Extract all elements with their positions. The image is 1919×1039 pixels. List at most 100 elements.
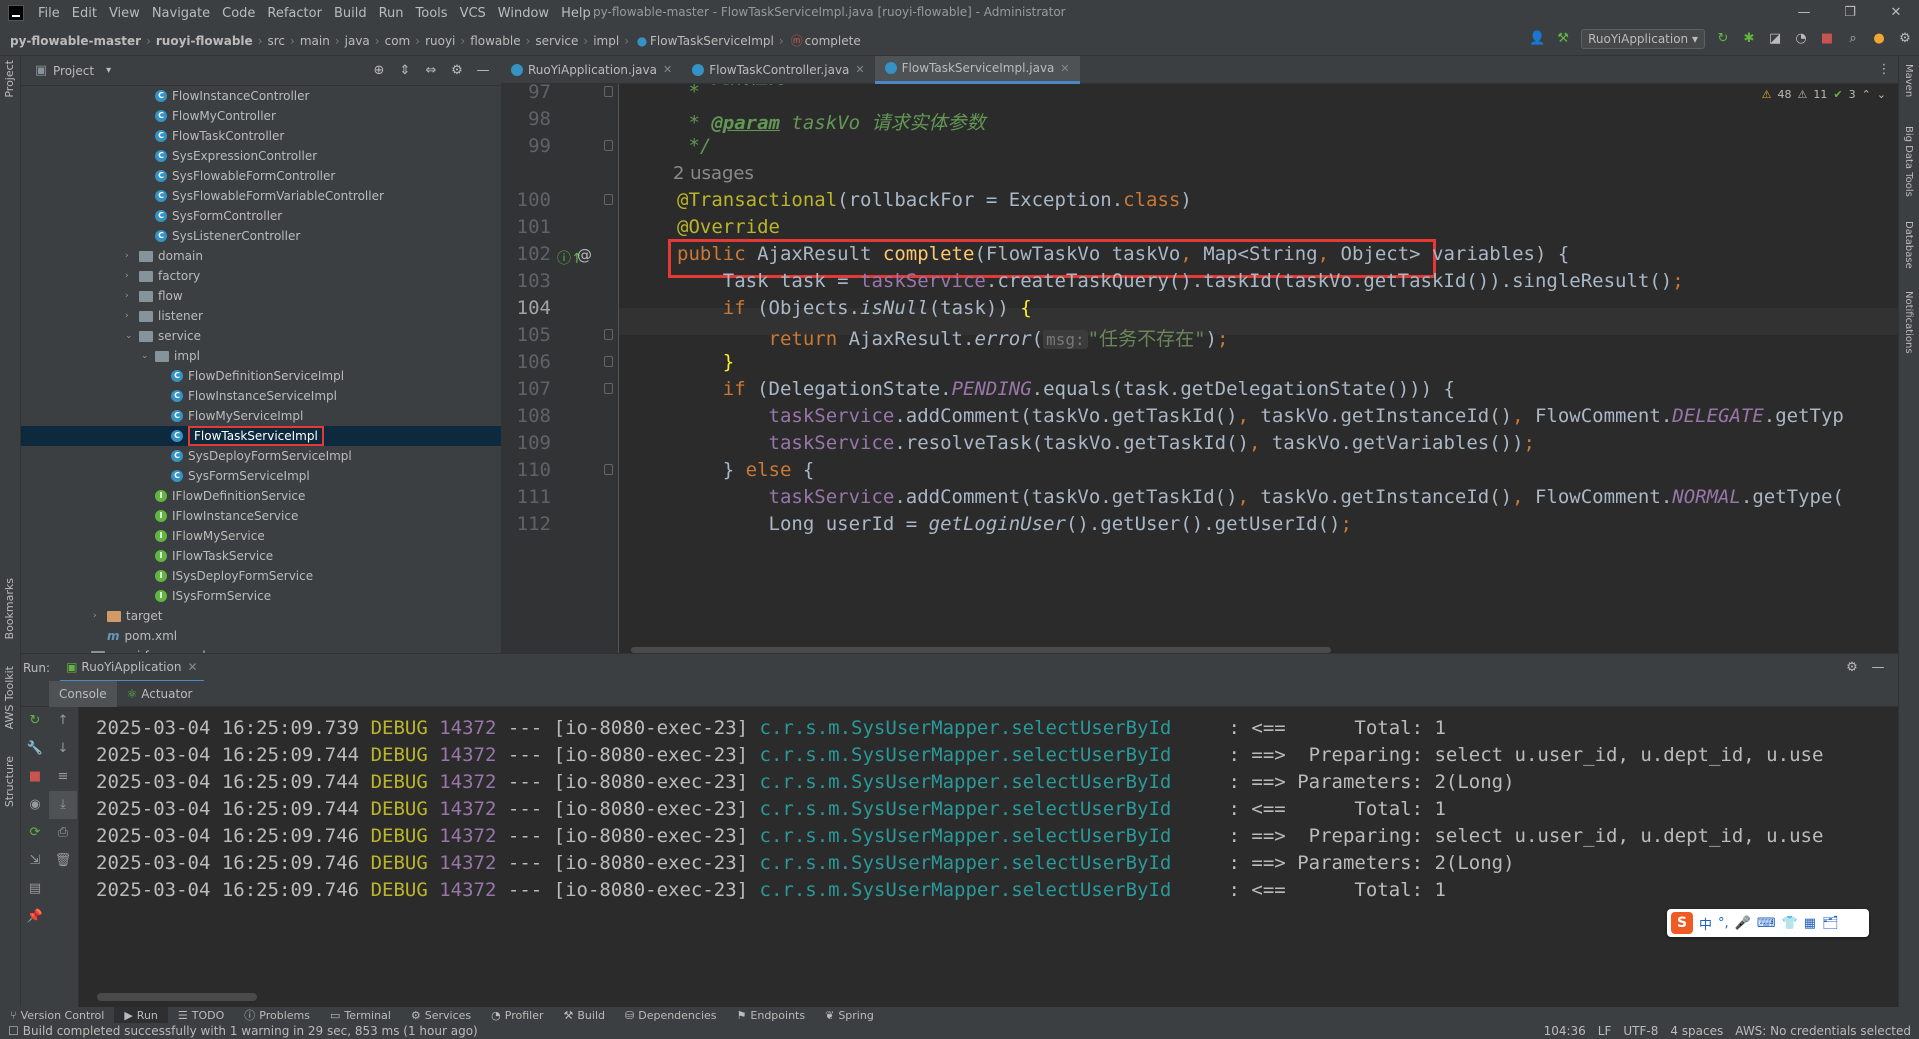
console-line[interactable]: 2025-03-04 16:25:09.739 DEBUG 14372 --- … xyxy=(96,717,1446,739)
editor-tab[interactable]: FlowTaskServiceImpl.java ✕ xyxy=(874,55,1080,84)
big-data-tools-button[interactable]: Big Data Tools xyxy=(1903,126,1914,197)
project-dropdown-icon[interactable]: ▾ xyxy=(106,65,111,76)
tree-item[interactable]: › flow xyxy=(21,286,501,306)
console-line[interactable]: 2025-03-04 16:25:09.744 DEBUG 14372 --- … xyxy=(96,771,1515,793)
debug-icon[interactable]: ✱ xyxy=(1741,31,1757,47)
notifications-tool-button[interactable]: Notifications xyxy=(1903,291,1914,354)
tree-item[interactable]: C FlowDefinitionServiceImpl xyxy=(21,366,501,386)
tree-item[interactable]: m pom.xml xyxy=(21,626,501,646)
scroll-down-icon[interactable]: ↓ xyxy=(49,735,77,763)
console-tab[interactable]: Console xyxy=(49,680,117,707)
file-encoding[interactable]: UTF-8 xyxy=(1623,1024,1658,1038)
menu-edit[interactable]: Edit xyxy=(66,6,103,21)
caret-position[interactable]: 104:36 xyxy=(1544,1024,1586,1038)
pin-icon[interactable]: 📌 xyxy=(21,903,49,931)
minimize-icon[interactable]: — xyxy=(1781,0,1827,26)
tree-item[interactable]: C SysExpressionController xyxy=(21,146,501,166)
maximize-icon[interactable]: ❐ xyxy=(1827,0,1873,26)
breadcrumb-item[interactable]: src xyxy=(268,34,286,48)
ime-toolbox-icon[interactable]: ▦ xyxy=(1804,916,1816,931)
toolwindow-spring[interactable]: ❦ Spring xyxy=(815,1007,884,1023)
fold-marker-icon[interactable] xyxy=(604,140,613,151)
print-icon[interactable]: ⎙ xyxy=(49,819,77,847)
tree-item[interactable]: › listener xyxy=(21,306,501,326)
menu-window[interactable]: Window xyxy=(492,6,555,21)
update-icon[interactable]: ● xyxy=(1871,31,1887,47)
breadcrumb-item[interactable]: py-flowable-master xyxy=(10,34,141,48)
ime-more-icon[interactable]: 🗂 xyxy=(1822,916,1839,931)
tree-item[interactable]: I ISysFormService xyxy=(21,586,501,606)
tree-item[interactable]: › target xyxy=(21,606,501,626)
tree-item[interactable]: ⌄ impl xyxy=(21,346,501,366)
breadcrumb-item[interactable]: service xyxy=(535,34,578,48)
ime-chinese-toggle[interactable]: 中 xyxy=(1699,914,1712,933)
maven-tool-button[interactable]: Maven xyxy=(1903,64,1914,97)
build-hammer-icon[interactable]: ⚒ xyxy=(1555,31,1571,47)
expand-arrow-icon[interactable]: › xyxy=(125,251,139,261)
menu-tools[interactable]: Tools xyxy=(410,6,454,21)
tree-item[interactable]: C FlowInstanceServiceImpl xyxy=(21,386,501,406)
run-config-select[interactable]: RuoYiApplication ▾ xyxy=(1581,29,1705,49)
menu-refactor[interactable]: Refactor xyxy=(261,6,328,21)
tree-item[interactable]: C SysFlowableFormController xyxy=(21,166,501,186)
hide-icon[interactable]: — xyxy=(475,63,491,79)
tree-item[interactable]: I IFlowDefinitionService xyxy=(21,486,501,506)
tree-item[interactable]: I ISysDeployFormService xyxy=(21,566,501,586)
line-separator[interactable]: LF xyxy=(1598,1024,1612,1038)
fold-marker-icon[interactable] xyxy=(604,464,613,475)
editor-tab[interactable]: RuoYiApplication.java ✕ xyxy=(501,56,682,84)
run-config-tab[interactable]: ▣ RuoYiApplication ✕ xyxy=(60,654,204,682)
stop-icon[interactable]: ■ xyxy=(1819,31,1835,47)
ime-skin-icon[interactable]: 👕 xyxy=(1782,916,1798,931)
console-line[interactable]: 2025-03-04 16:25:09.744 DEBUG 14372 --- … xyxy=(96,798,1446,820)
indent-setting[interactable]: 4 spaces xyxy=(1670,1024,1723,1038)
tree-item[interactable]: ⌄ service xyxy=(21,326,501,346)
tree-item[interactable]: I IFlowMyService xyxy=(21,526,501,546)
code-line[interactable]: taskService.resolveTask(taskVo.getTaskId… xyxy=(677,432,1535,454)
ime-toolbar[interactable]: S 中 °, 🎤 ⌨ 👕 ▦ 🗂 xyxy=(1667,909,1869,937)
project-tool-button[interactable]: Project xyxy=(3,60,16,98)
console-line[interactable]: 2025-03-04 16:25:09.746 DEBUG 14372 --- … xyxy=(96,825,1823,847)
code-line[interactable]: @Transactional(rollbackFor = Exception.c… xyxy=(677,189,1192,211)
fold-marker-icon[interactable] xyxy=(604,356,613,367)
tree-item[interactable]: I IFlowInstanceService xyxy=(21,506,501,526)
expand-arrow-icon[interactable]: › xyxy=(125,271,139,281)
code-line[interactable]: */ xyxy=(677,135,711,157)
console-line[interactable]: 2025-03-04 16:25:09.746 DEBUG 14372 --- … xyxy=(96,879,1446,901)
toolwindow-terminal[interactable]: ▭ Terminal xyxy=(320,1007,401,1023)
breadcrumb-item[interactable]: com xyxy=(385,34,411,48)
menu-run[interactable]: Run xyxy=(373,6,410,21)
code-line[interactable]: taskService.addComment(taskVo.getTaskId(… xyxy=(677,486,1844,508)
rerun-icon[interactable]: ↻ xyxy=(21,707,49,735)
run-hide-icon[interactable]: — xyxy=(1870,660,1886,676)
toolwindow-version-control[interactable]: ⑂ Version Control xyxy=(0,1007,114,1023)
breadcrumb-item[interactable]: impl xyxy=(593,34,619,48)
tab-menu-icon[interactable]: ⋮ xyxy=(1876,62,1892,78)
menu-code[interactable]: Code xyxy=(216,6,261,21)
code-line[interactable]: taskService.addComment(taskVo.getTaskId(… xyxy=(677,405,1844,427)
bookmarks-tool-button[interactable]: Bookmarks xyxy=(3,578,16,639)
tree-item[interactable]: C SysDeployFormServiceImpl xyxy=(21,446,501,466)
tree-item[interactable]: C FlowMyController xyxy=(21,106,501,126)
collapse-all-icon[interactable]: ⇔ xyxy=(423,63,439,79)
console-output[interactable]: 2025-03-04 16:25:09.739 DEBUG 14372 --- … xyxy=(79,707,1898,1007)
tree-item[interactable]: I IFlowTaskService xyxy=(21,546,501,566)
toolwindow-dependencies[interactable]: ⛁ Dependencies xyxy=(615,1007,727,1023)
console-line[interactable]: 2025-03-04 16:25:09.746 DEBUG 14372 --- … xyxy=(96,852,1515,874)
toolwindow-run[interactable]: ▶ Run xyxy=(114,1007,168,1023)
menu-view[interactable]: View xyxy=(103,6,146,21)
status-message[interactable]: Build completed successfully with 1 warn… xyxy=(23,1024,478,1038)
tree-item[interactable]: C SysFlowableFormVariableController xyxy=(21,186,501,206)
layout-icon[interactable]: ▤ xyxy=(21,875,49,903)
tree-item[interactable]: C FlowTaskServiceImpl xyxy=(21,426,501,446)
ime-punctuation-toggle[interactable]: °, xyxy=(1718,916,1729,931)
editor-tab[interactable]: FlowTaskController.java ✕ xyxy=(682,56,874,84)
toolwindow-profiler[interactable]: ◔ Profiler xyxy=(481,1007,553,1023)
fold-marker-icon[interactable] xyxy=(604,86,613,97)
expand-arrow-icon[interactable]: ⌄ xyxy=(141,351,155,361)
locate-icon[interactable]: ⊕ xyxy=(371,63,387,79)
database-tool-button[interactable]: Database xyxy=(1903,221,1914,269)
user-icon[interactable]: 👤 xyxy=(1529,31,1545,47)
code-line[interactable]: if (Objects.isNull(task)) { xyxy=(677,297,1032,319)
close-tab-icon[interactable]: ✕ xyxy=(855,63,864,76)
